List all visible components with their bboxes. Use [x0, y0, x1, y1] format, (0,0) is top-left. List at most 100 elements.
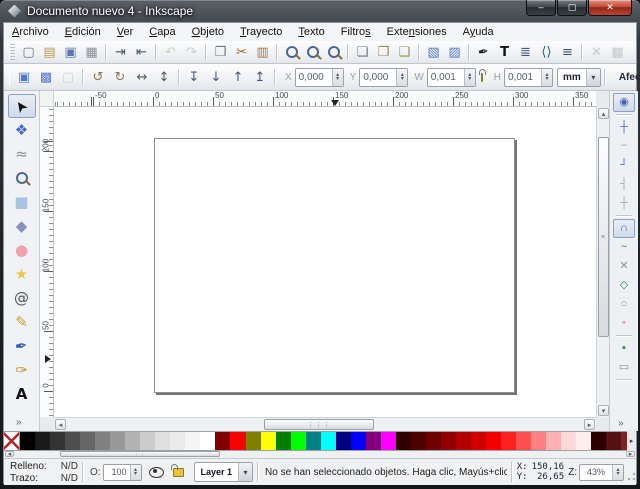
ellipse-tool[interactable]: ● [8, 238, 36, 262]
import-button[interactable]: ⇥ [110, 42, 131, 63]
snap-cusp-nodes-button[interactable]: ◇ [613, 276, 635, 295]
snap-nodes-button[interactable]: ∩ [613, 219, 635, 238]
palette-swatch[interactable] [381, 432, 396, 450]
horizontal-scroll-thumb[interactable]: ⋮⋮⋮ [264, 419, 374, 430]
spinner-arrows-icon[interactable] [464, 69, 475, 86]
page[interactable] [154, 138, 515, 393]
menu-ayuda[interactable]: Ayuda [455, 24, 502, 40]
palette-swatch[interactable] [35, 432, 50, 450]
rectangle-tool[interactable]: ■ [8, 190, 36, 214]
fill-stroke-indicator[interactable]: Relleno: N/D Trazo: N/D [4, 461, 78, 484]
duplicate-button[interactable]: ❏ [352, 42, 373, 63]
snap-bbox-centers-button[interactable]: ┼ [613, 194, 635, 213]
menu-texto[interactable]: Texto [290, 24, 332, 40]
palette-swatch[interactable] [561, 432, 576, 450]
export-button[interactable]: ⇤ [131, 42, 152, 63]
palette-swatch[interactable] [125, 432, 140, 450]
palette-swatch[interactable] [80, 432, 95, 450]
palette-swatch[interactable] [606, 432, 621, 450]
palette-swatch[interactable] [230, 432, 245, 450]
palette-swatch[interactable] [366, 432, 381, 450]
palette-scroll-right-arrow-icon[interactable]: ▸ [626, 451, 635, 457]
palette-swatch[interactable] [441, 432, 456, 450]
palette-swatch[interactable] [306, 432, 321, 450]
palette-swatch[interactable] [4, 432, 20, 450]
scroll-left-icon[interactable]: ◂ [55, 419, 66, 430]
snap-paths-button[interactable]: ~ [613, 238, 635, 257]
snap-bbox-corners-button[interactable]: ┘ [613, 156, 635, 175]
layer-lock-icon[interactable] [173, 468, 184, 477]
palette-swatch[interactable] [591, 432, 606, 450]
lower-button[interactable]: ↓ [205, 66, 227, 88]
spinner-arrows-icon[interactable] [130, 465, 141, 480]
palette-swatch[interactable] [291, 432, 306, 450]
vertical-scroll-thumb[interactable]: ≡ [598, 137, 609, 337]
palette-scroll-thumb[interactable]: ⋮⋮ [60, 451, 220, 457]
vertical-ruler[interactable]: 200150100500 [40, 107, 54, 417]
palette-swatch[interactable] [336, 432, 351, 450]
palette-swatch[interactable] [396, 432, 411, 450]
zoom-selection-button[interactable] [281, 42, 302, 63]
close-button[interactable]: ✕ [588, 0, 632, 16]
chevron-down-icon[interactable] [586, 69, 600, 86]
palette-scroll-left-icon[interactable]: ◂ [5, 451, 14, 457]
select-all-button[interactable]: ▣ [13, 66, 35, 88]
snap-page-border-button[interactable]: ▭ [613, 358, 635, 377]
height-field[interactable]: 0,001 [504, 68, 553, 87]
save-document-button[interactable]: ▣ [60, 42, 81, 63]
copy-button[interactable]: ❐ [210, 42, 231, 63]
zoom-page-button[interactable] [323, 42, 344, 63]
snap-object-centers-button[interactable]: ▪ [613, 339, 635, 358]
snap-bbox-midpoints-button[interactable]: ┤ [613, 175, 635, 194]
snap-bbox-edges-button[interactable]: ┄ [613, 137, 635, 156]
palette-swatch[interactable] [185, 432, 200, 450]
new-document-button[interactable]: ▢ [18, 42, 39, 63]
undo-button[interactable]: ↶ [160, 42, 181, 63]
palette-swatch[interactable] [95, 432, 110, 450]
layer-visibility-eye-icon[interactable] [149, 467, 164, 478]
redo-button[interactable]: ↷ [181, 42, 202, 63]
open-document-button[interactable]: ▤ [39, 42, 60, 63]
flip-vertical-button[interactable]: ↕ [153, 66, 175, 88]
snapbar-overflow-chevron[interactable]: » [618, 418, 624, 429]
unit-dropdown[interactable]: mm [557, 68, 601, 87]
snap-enable-button[interactable]: ◉ [613, 93, 635, 112]
palette-swatch[interactable] [426, 432, 441, 450]
horizontal-ruler[interactable]: -50050100150200250300350 [54, 91, 596, 107]
palette-swatch[interactable] [65, 432, 80, 450]
toolbox-overflow-chevron[interactable]: » [16, 417, 22, 428]
vertical-scrollbar[interactable]: ▴ ≡ ▾ [596, 107, 609, 417]
spinner-arrows-icon[interactable] [332, 69, 343, 86]
minimize-button[interactable]: – [526, 0, 556, 16]
y-field[interactable]: 0,000 [359, 68, 408, 87]
scroll-right-icon[interactable]: ▸ [584, 419, 595, 430]
palette-swatch[interactable] [531, 432, 546, 450]
toolbar-grip[interactable] [9, 44, 15, 59]
palette-swatch[interactable] [261, 432, 276, 450]
text-tool[interactable]: A [8, 382, 36, 406]
palette-swatch[interactable] [276, 432, 291, 450]
zoom-field[interactable]: 43% [579, 464, 624, 481]
menu-ver[interactable]: Ver [109, 24, 142, 40]
palette-swatch[interactable] [351, 432, 366, 450]
palette-scroll-right-icon[interactable]: ▸ [627, 431, 636, 451]
palette-swatch[interactable] [20, 432, 35, 450]
width-field[interactable]: 0,001 [427, 68, 476, 87]
text-dialog[interactable]: T [494, 42, 515, 63]
calligraphy-tool[interactable]: ✑ [8, 358, 36, 382]
layer-dropdown[interactable]: Layer 1 [194, 462, 254, 482]
menu-edicion[interactable]: Edición [57, 24, 109, 40]
snap-intersections-button[interactable]: ✕ [613, 257, 635, 276]
palette-swatch[interactable] [246, 432, 261, 450]
flip-horizontal-button[interactable]: ↔ [131, 66, 153, 88]
star-tool[interactable]: ★ [8, 262, 36, 286]
snap-bbox-button[interactable]: ┼ [613, 118, 635, 137]
palette-swatch[interactable] [215, 432, 230, 450]
palette-swatch[interactable] [546, 432, 561, 450]
menu-filtros[interactable]: Filtros [333, 24, 379, 40]
tweak-tool[interactable]: ≈ [8, 142, 36, 166]
palette-swatch[interactable] [486, 432, 501, 450]
palette-swatch[interactable] [50, 432, 65, 450]
palette-swatch[interactable] [501, 432, 516, 450]
ungroup-button[interactable]: ▨ [444, 42, 465, 63]
